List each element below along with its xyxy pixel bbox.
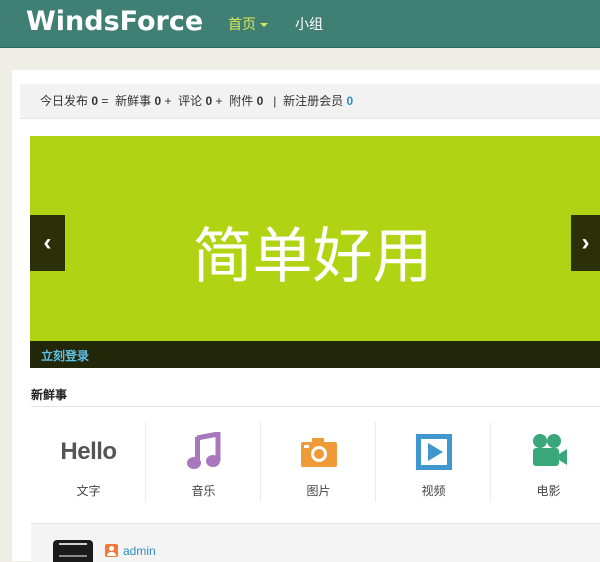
brand-logo[interactable]: WindsForce (26, 6, 203, 37)
stats-fresh-label: 新鲜事 (115, 94, 152, 108)
stats-plus-1: + (164, 94, 172, 108)
post-type-selector: Hello 文字 音乐 图片 视频 电影 (31, 422, 600, 502)
stats-eq: = (101, 94, 109, 108)
post-type-movie[interactable]: 电影 (491, 422, 600, 502)
nav-group[interactable]: 小组 (295, 14, 323, 34)
post-type-image[interactable]: 图片 (261, 422, 376, 502)
stats-bar: 今日发布 0 = 新鲜事 0 + 评论 0 + 附件 0 | 新注册会员 0 (20, 84, 600, 119)
play-video-icon (376, 432, 491, 472)
post-type-music[interactable]: 音乐 (146, 422, 261, 502)
post-type-video[interactable]: 视频 (376, 422, 491, 502)
stats-new-member-count[interactable]: 0 (346, 94, 353, 108)
fresh-section-title: 新鲜事 (31, 388, 68, 402)
stats-today-count: 0 (91, 94, 99, 108)
username-link[interactable]: admin (123, 544, 156, 558)
post-type-label: 音乐 (191, 484, 216, 498)
stats-text: 今日发布 0 = 新鲜事 0 + 评论 0 + 附件 0 | 新注册会员 0 (40, 84, 353, 118)
camera-icon (261, 432, 376, 472)
hero-banner: 简单好用 ‹ › 立刻登录 (30, 136, 600, 368)
post-type-label: 电影 (536, 484, 561, 498)
stats-new-member-label: 新注册会员 (283, 94, 344, 108)
stats-attach-label: 附件 (229, 94, 254, 108)
banner-next-button[interactable]: › (571, 215, 600, 271)
stats-today-label: 今日发布 (40, 94, 89, 108)
stats-comment-label: 评论 (178, 94, 203, 108)
post-type-label: 文字 (76, 484, 101, 498)
stats-attach-count: 0 (256, 94, 264, 108)
music-note-icon (146, 430, 261, 472)
divider (31, 406, 600, 407)
stats-divider: | (273, 94, 277, 108)
chevron-down-icon (260, 23, 268, 28)
user-icon (105, 544, 118, 557)
stats-fresh-count: 0 (154, 94, 162, 108)
post-type-label: 视频 (421, 484, 446, 498)
post-type-text[interactable]: Hello 文字 (31, 422, 146, 502)
feed-item: admin (31, 523, 600, 562)
banner-caption-bar: 立刻登录 (30, 341, 600, 368)
avatar[interactable] (53, 540, 93, 562)
top-navbar: WindsForce 首页 小组 (0, 0, 600, 48)
hello-icon-text: Hello (60, 438, 117, 465)
banner-prev-button[interactable]: ‹ (30, 215, 65, 271)
movie-camera-icon (491, 432, 600, 472)
nav-home-label: 首页 (228, 16, 256, 32)
main-panel: 今日发布 0 = 新鲜事 0 + 评论 0 + 附件 0 | 新注册会员 0 简… (12, 70, 600, 562)
hello-text-icon: Hello (31, 432, 146, 472)
stats-comment-count: 0 (205, 94, 213, 108)
nav-home[interactable]: 首页 (228, 14, 268, 34)
stats-plus-2: + (215, 94, 223, 108)
post-type-label: 图片 (306, 484, 331, 498)
banner-title: 简单好用 (192, 222, 433, 292)
login-now-link[interactable]: 立刻登录 (41, 347, 89, 364)
avatar-detail (59, 543, 87, 557)
